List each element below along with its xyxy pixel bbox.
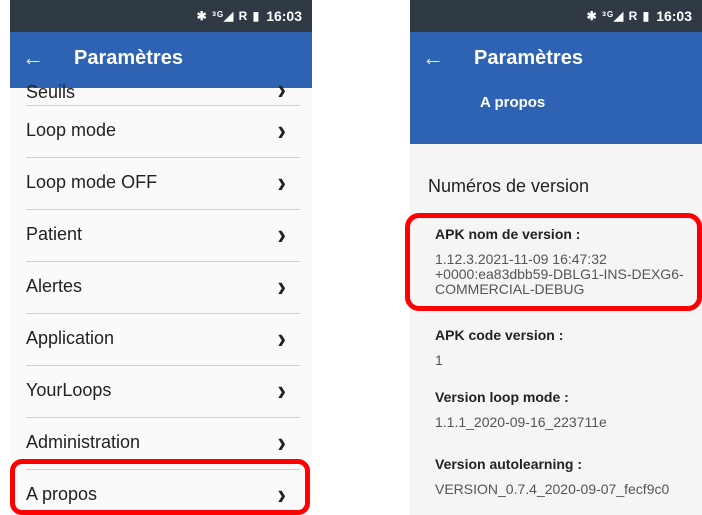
settings-item-label: Loop mode OFF [26, 172, 158, 192]
info-label: Version loop mode : [435, 389, 569, 405]
chevron-right-icon: › [277, 373, 286, 407]
info-value: 1 [435, 352, 443, 368]
info-value: 1.1.1_2020-09-16_223711e [435, 414, 607, 430]
status-icons: ✱ ³ᴳ◢ R ▮ [196, 9, 261, 23]
info-value: VERSION_0.7.4_2020-09-07_fecf9c0 [435, 481, 670, 497]
chevron-right-icon: › [277, 269, 286, 303]
chevron-right-icon: › [277, 72, 286, 106]
info-autolearning-version: Version autolearning : VERSION_0.7.4_202… [435, 456, 702, 497]
page-subtitle: A propos [480, 94, 546, 111]
settings-item-label: Alertes [26, 276, 83, 296]
settings-screen: ✱ ³ᴳ◢ R ▮ 16:03 ← Paramètres Seuils › Lo… [10, 0, 312, 515]
settings-item-label: Seuils [26, 82, 76, 102]
info-loop-mode-version: Version loop mode : 1.1.1_2020-09-16_223… [435, 389, 693, 430]
page-title: Paramètres [474, 47, 583, 69]
info-apk-code-version: APK code version : 1 [435, 327, 693, 368]
status-bar: ✱ ³ᴳ◢ R ▮ 16:03 [10, 0, 312, 32]
back-arrow-icon[interactable]: ← [22, 45, 44, 71]
settings-item-label: YourLoops [26, 380, 112, 400]
settings-item-label: Patient [26, 224, 83, 244]
highlight-box [405, 213, 702, 311]
settings-item-yourloops[interactable]: YourLoops › [26, 366, 300, 418]
settings-item-label: Administration [26, 432, 141, 452]
settings-item-label: Loop mode [26, 120, 117, 140]
settings-item-application[interactable]: Application › [26, 314, 300, 366]
status-bar: ✱ ³ᴳ◢ R ▮ 16:03 [410, 0, 702, 32]
settings-item-loop-mode[interactable]: Loop mode › [26, 106, 300, 158]
chevron-right-icon: › [277, 165, 286, 199]
chevron-right-icon: › [277, 217, 286, 251]
back-arrow-icon[interactable]: ← [422, 45, 444, 71]
settings-list: Seuils › Loop mode › Loop mode OFF › Pat… [10, 72, 312, 515]
highlight-box [10, 459, 310, 515]
chevron-right-icon: › [277, 425, 286, 459]
info-label: Version autolearning : [435, 456, 583, 472]
app-bar: ← Paramètres [10, 32, 312, 88]
status-time: 16:03 [266, 8, 302, 24]
settings-item-loop-mode-off[interactable]: Loop mode OFF › [26, 158, 300, 210]
status-icons: ✱ ³ᴳ◢ R ▮ [586, 9, 651, 23]
chevron-right-icon: › [277, 321, 286, 355]
app-bar: ← Paramètres A propos [410, 32, 702, 144]
page-title: Paramètres [74, 47, 183, 69]
settings-item-partial[interactable]: Seuils › [26, 72, 300, 106]
status-time: 16:03 [656, 8, 692, 24]
chevron-right-icon: › [277, 113, 286, 147]
settings-item-patient[interactable]: Patient › [26, 210, 300, 262]
settings-item-label: Application [26, 328, 115, 348]
section-title: Numéros de version [428, 176, 590, 196]
settings-item-alertes[interactable]: Alertes › [26, 262, 300, 314]
info-label: APK code version : [435, 327, 564, 343]
